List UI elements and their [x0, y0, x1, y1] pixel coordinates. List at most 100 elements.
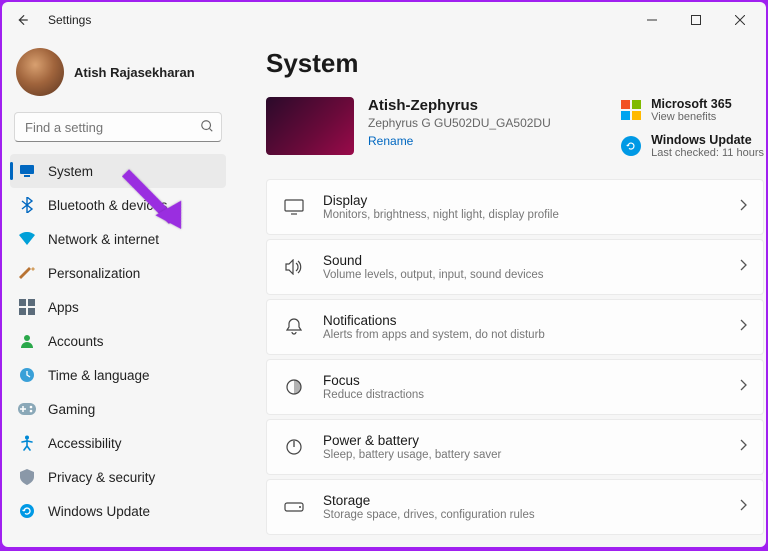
apps-icon: [18, 298, 36, 316]
sidebar-item-update[interactable]: Windows Update: [10, 494, 226, 528]
hero-right-links: Microsoft 365 View benefits Windows Upda…: [621, 97, 764, 159]
sidebar-item-system[interactable]: System: [10, 154, 226, 188]
chevron-right-icon: [739, 438, 747, 456]
display-icon: [283, 199, 305, 215]
bluetooth-icon: [18, 196, 36, 214]
profile-name: Atish Rajasekharan: [74, 65, 195, 80]
sidebar-item-accessibility[interactable]: Accessibility: [10, 426, 226, 460]
card-sub: Volume levels, output, input, sound devi…: [323, 269, 739, 281]
card-title: Notifications: [323, 313, 739, 328]
card-sub: Monitors, brightness, night light, displ…: [323, 209, 739, 221]
device-model: Zephyrus G GU502DU_GA502DU: [368, 116, 607, 130]
card-title: Focus: [323, 373, 739, 388]
sidebar-item-gaming[interactable]: Gaming: [10, 392, 226, 426]
card-notifications[interactable]: NotificationsAlerts from apps and system…: [266, 299, 764, 355]
privacy-icon: [18, 468, 36, 486]
close-button[interactable]: [718, 5, 762, 35]
card-title: Storage: [323, 493, 739, 508]
sidebar-item-label: Accounts: [48, 334, 104, 349]
sidebar-item-network[interactable]: Network & internet: [10, 222, 226, 256]
windows-update-icon: [18, 502, 36, 520]
windows-update-link[interactable]: Windows Update Last checked: 11 hours: [621, 133, 764, 159]
ms365-title: Microsoft 365: [651, 97, 732, 111]
sidebar-item-apps[interactable]: Apps: [10, 290, 226, 324]
system-icon: [18, 162, 36, 180]
gaming-icon: [18, 400, 36, 418]
minimize-button[interactable]: [630, 5, 674, 35]
personalization-icon: [18, 264, 36, 282]
maximize-button[interactable]: [674, 5, 718, 35]
card-focus[interactable]: FocusReduce distractions: [266, 359, 764, 415]
card-sub: Sleep, battery usage, battery saver: [323, 449, 739, 461]
chevron-right-icon: [739, 378, 747, 396]
sidebar-item-bluetooth[interactable]: Bluetooth & devices: [10, 188, 226, 222]
sidebar-item-label: Network & internet: [48, 232, 159, 247]
card-sub: Reduce distractions: [323, 389, 739, 401]
device-wallpaper-thumb: [266, 97, 354, 155]
sidebar-item-label: Bluetooth & devices: [48, 198, 167, 213]
profile-block[interactable]: Atish Rajasekharan: [10, 44, 226, 110]
accounts-icon: [18, 332, 36, 350]
device-info: Atish-Zephyrus Zephyrus G GU502DU_GA502D…: [368, 97, 607, 150]
sidebar-item-label: System: [48, 164, 93, 179]
device-name: Atish-Zephyrus: [368, 97, 607, 114]
avatar: [16, 48, 64, 96]
sidebar-item-label: Gaming: [48, 402, 95, 417]
update-title: Windows Update: [651, 133, 764, 147]
network-icon: [18, 230, 36, 248]
power-icon: [283, 438, 305, 456]
sidebar-item-label: Apps: [48, 300, 79, 315]
search-input[interactable]: [14, 112, 222, 142]
back-arrow-icon: [15, 13, 29, 27]
storage-icon: [283, 502, 305, 512]
windows-update-badge-icon: [621, 136, 641, 156]
card-title: Sound: [323, 253, 739, 268]
page-title: System: [266, 48, 766, 79]
main-panel: System Atish-Zephyrus Zephyrus G GU502DU…: [234, 38, 766, 547]
sidebar-item-privacy[interactable]: Privacy & security: [10, 460, 226, 494]
sound-icon: [283, 259, 305, 275]
sidebar-item-label: Windows Update: [48, 504, 150, 519]
minimize-icon: [647, 15, 657, 25]
titlebar-title: Settings: [48, 13, 91, 27]
settings-cards: DisplayMonitors, brightness, night light…: [266, 179, 766, 535]
card-sub: Alerts from apps and system, do not dist…: [323, 329, 739, 341]
ms365-link[interactable]: Microsoft 365 View benefits: [621, 97, 764, 123]
chevron-right-icon: [739, 498, 747, 516]
sidebar: Atish Rajasekharan System Bluetooth & de…: [2, 38, 234, 547]
close-icon: [735, 15, 745, 25]
search-icon: [200, 119, 214, 138]
nav-list: System Bluetooth & devices Network & int…: [10, 154, 226, 528]
titlebar: Settings: [2, 2, 766, 38]
chevron-right-icon: [739, 318, 747, 336]
sidebar-item-time[interactable]: Time & language: [10, 358, 226, 392]
chevron-right-icon: [739, 198, 747, 216]
ms365-icon: [621, 100, 641, 120]
maximize-icon: [691, 15, 701, 25]
card-sound[interactable]: SoundVolume levels, output, input, sound…: [266, 239, 764, 295]
card-display[interactable]: DisplayMonitors, brightness, night light…: [266, 179, 764, 235]
window-controls: [630, 5, 762, 35]
device-hero: Atish-Zephyrus Zephyrus G GU502DU_GA502D…: [266, 97, 766, 159]
search-container: [14, 112, 222, 142]
focus-icon: [283, 378, 305, 396]
card-storage[interactable]: StorageStorage space, drives, configurat…: [266, 479, 764, 535]
card-title: Display: [323, 193, 739, 208]
back-button[interactable]: [6, 4, 38, 36]
sidebar-item-label: Personalization: [48, 266, 140, 281]
chevron-right-icon: [739, 258, 747, 276]
time-icon: [18, 366, 36, 384]
notifications-icon: [283, 318, 305, 336]
card-power[interactable]: Power & batterySleep, battery usage, bat…: [266, 419, 764, 475]
rename-link[interactable]: Rename: [368, 134, 413, 148]
ms365-sub: View benefits: [651, 111, 732, 123]
settings-window: Settings Atish Rajasekharan System: [2, 2, 766, 547]
sidebar-item-personalization[interactable]: Personalization: [10, 256, 226, 290]
sidebar-item-label: Time & language: [48, 368, 150, 383]
sidebar-item-label: Privacy & security: [48, 470, 155, 485]
card-title: Power & battery: [323, 433, 739, 448]
sidebar-item-label: Accessibility: [48, 436, 122, 451]
card-sub: Storage space, drives, configuration rul…: [323, 509, 739, 521]
accessibility-icon: [18, 434, 36, 452]
sidebar-item-accounts[interactable]: Accounts: [10, 324, 226, 358]
